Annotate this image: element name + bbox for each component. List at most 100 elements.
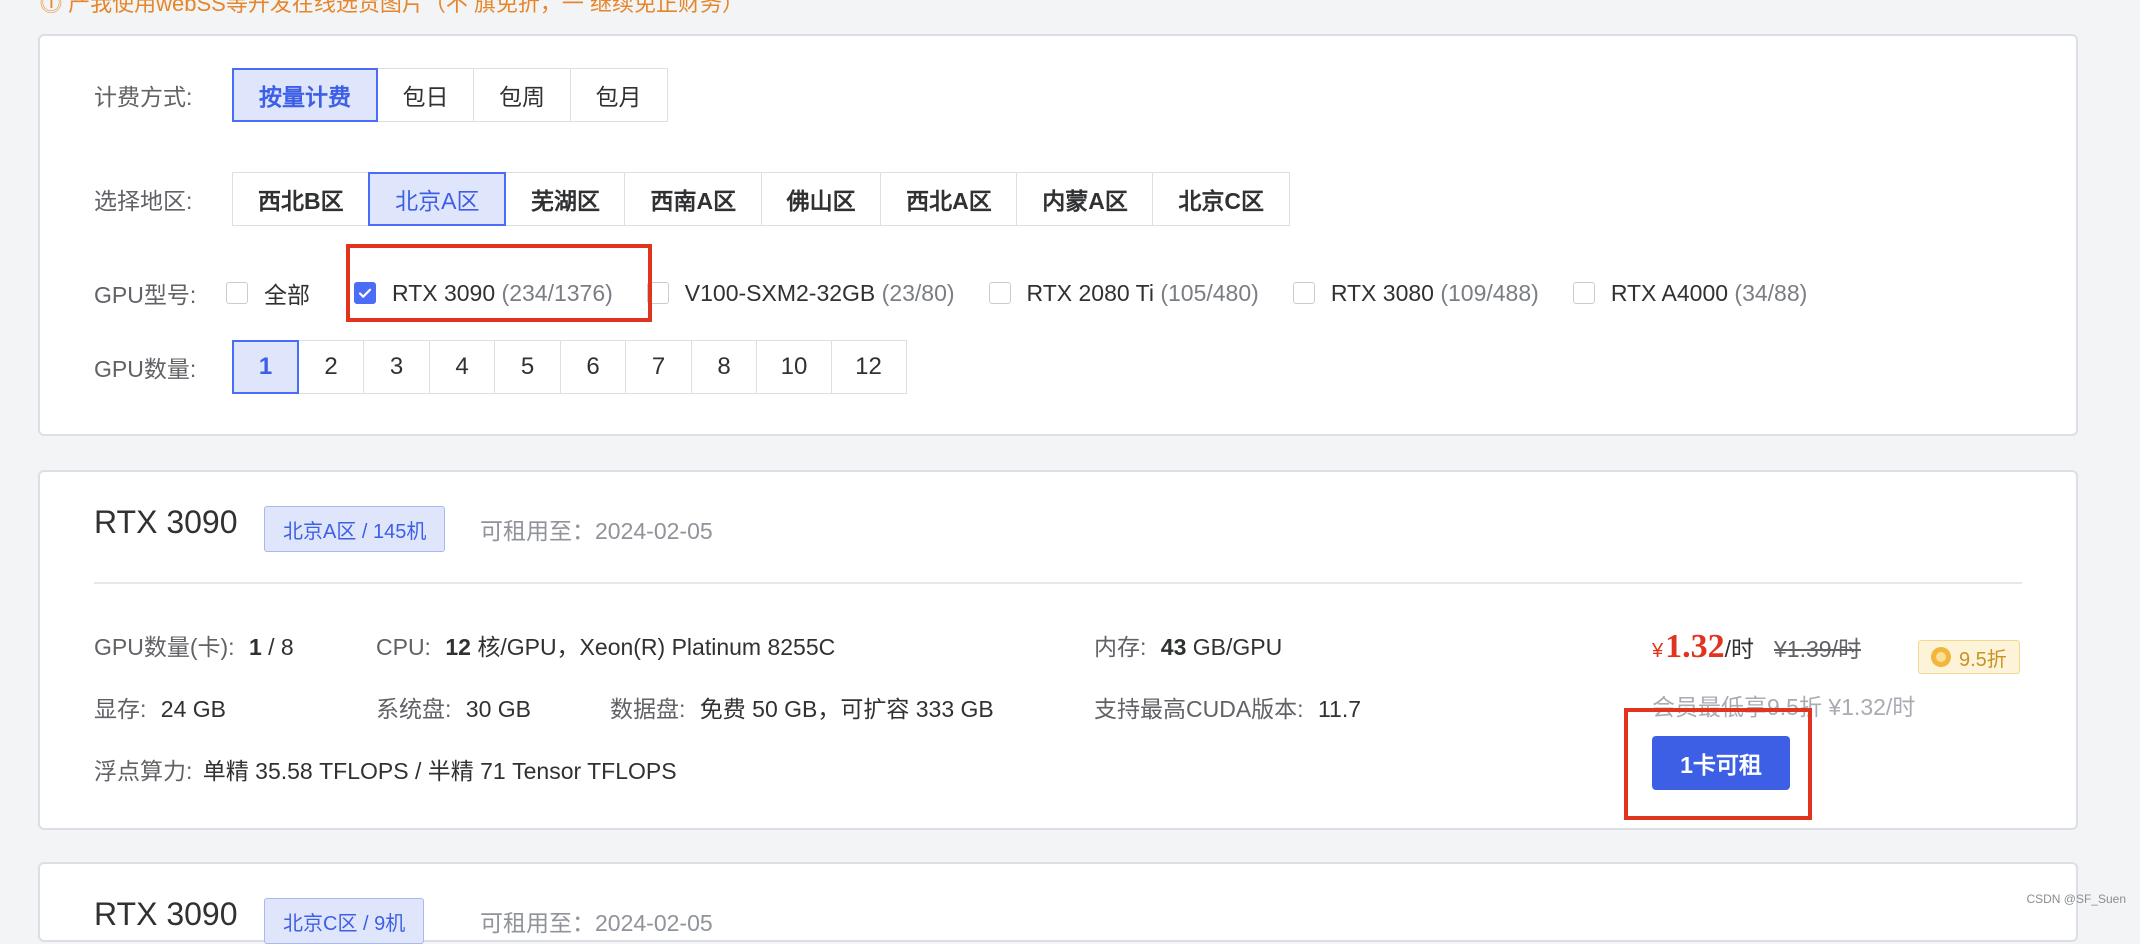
gpu-option-name: RTX A4000: [1611, 280, 1728, 307]
checkbox[interactable]: [1293, 282, 1315, 304]
gpu-count-option[interactable]: 2: [298, 340, 365, 394]
region-option[interactable]: 西北A区: [880, 172, 1018, 226]
gpu-option-name: 全部: [264, 276, 310, 310]
machine-card-2: RTX 3090 北京C区 / 9机 可租用至：2024-02-05: [38, 862, 2078, 942]
spec-value: GB/GPU: [1193, 634, 1282, 660]
gpu-count-option[interactable]: 3: [363, 340, 430, 394]
checkbox[interactable]: [647, 282, 669, 304]
gpu-count-option[interactable]: 12: [831, 340, 907, 394]
spec-value: 11.7: [1318, 696, 1361, 722]
gpu-option-count: (109/488): [1440, 280, 1538, 307]
spec-label: 浮点算力:: [94, 758, 192, 784]
machine-card: RTX 3090 北京A区 / 145机 可租用至：2024-02-05 GPU…: [38, 470, 2078, 830]
available-until: 可租用至：2024-02-05: [480, 512, 713, 546]
checkbox[interactable]: [989, 282, 1011, 304]
gpu-option-name: RTX 3090: [392, 280, 495, 307]
spec-label: 内存:: [1094, 634, 1146, 660]
spec-gpu-count: GPU数量(卡): 1 / 8: [94, 628, 294, 662]
spec-value: 免费 50 GB，可扩容 333 GB: [700, 696, 994, 722]
spec-label: 显存:: [94, 696, 146, 722]
filter-panel: 计费方式: 按量计费 包日 包周 包月 选择地区: 西北B区 北京A区 芜湖区 …: [38, 34, 2078, 436]
card-gpu-name: RTX 3090: [94, 896, 238, 933]
gpu-option-count: (23/80): [882, 280, 955, 307]
billing-option-weekly[interactable]: 包周: [473, 68, 571, 122]
region-tag: 北京C区 / 9机: [264, 898, 424, 944]
gpu-count-option[interactable]: 7: [625, 340, 692, 394]
gpu-model-label: GPU型号:: [94, 276, 232, 310]
gpu-count-option[interactable]: 10: [756, 340, 832, 394]
gpu-option-name: V100-SXM2-32GB: [685, 280, 875, 307]
gpu-option-count: (105/480): [1160, 280, 1258, 307]
region-option[interactable]: 北京C区: [1152, 172, 1290, 226]
gpu-count-option[interactable]: 4: [429, 340, 496, 394]
vip-price-note: 会员最低享9.5折 ¥1.32/时: [1652, 688, 1915, 722]
available-until: 可租用至：2024-02-05: [480, 904, 713, 938]
gpu-count-option[interactable]: 5: [494, 340, 561, 394]
gpu-option-name: RTX 3080: [1331, 280, 1434, 307]
spec-value: 12: [445, 634, 471, 660]
gpu-option-rtx3090[interactable]: RTX 3090 (234/1376): [354, 280, 613, 307]
discount-text: 9.5折: [1959, 643, 2007, 672]
divider: [94, 582, 2022, 584]
price-unit: /时: [1725, 630, 1754, 664]
currency-symbol: ¥: [1652, 640, 1663, 663]
billing-option-hourly[interactable]: 按量计费: [232, 68, 378, 122]
spec-label: 数据盘:: [610, 696, 685, 722]
billing-option-daily[interactable]: 包日: [377, 68, 475, 122]
spec-label: CPU:: [376, 634, 431, 660]
coin-icon: [1931, 647, 1951, 667]
spec-cpu: CPU: 12 核/GPU，Xeon(R) Platinum 8255C: [376, 628, 835, 662]
gpu-option-rtx3080[interactable]: RTX 3080 (109/488): [1293, 280, 1539, 307]
gpu-option-v100[interactable]: V100-SXM2-32GB (23/80): [647, 280, 955, 307]
check-icon: [357, 285, 373, 301]
gpu-option-count: (34/88): [1734, 280, 1807, 307]
watermark-credit: CSDN @SF_Suen: [2026, 892, 2126, 906]
region-row: 选择地区: 西北B区 北京A区 芜湖区 西南A区 佛山区 西北A区 内蒙A区 北…: [94, 172, 1290, 226]
region-option[interactable]: 西北B区: [232, 172, 370, 226]
spec-vram: 显存: 24 GB: [94, 690, 226, 724]
gpu-count-option[interactable]: 1: [232, 340, 299, 394]
gpu-model-row: GPU型号: 全部 RTX 3090 (234/1376) V100-SXM2-…: [94, 266, 1841, 320]
top-notice: ⓵ 产我使用webSS等开发在线选货图片（不 旗免折，一 继续免正财务）: [40, 0, 744, 18]
checkbox[interactable]: [226, 282, 248, 304]
spec-memory: 内存: 43 GB/GPU: [1094, 628, 1282, 662]
billing-options: 按量计费 包日 包周 包月: [232, 68, 668, 122]
spec-label: GPU数量(卡):: [94, 634, 235, 660]
gpu-count-option[interactable]: 8: [691, 340, 758, 394]
spec-value: 1: [249, 634, 262, 660]
billing-row: 计费方式: 按量计费 包日 包周 包月: [94, 68, 668, 122]
gpu-model-options: 全部 RTX 3090 (234/1376) V100-SXM2-32GB (2…: [226, 276, 1841, 310]
discount-badge: 9.5折: [1918, 640, 2020, 674]
region-tag: 北京A区 / 145机: [264, 506, 445, 552]
region-option[interactable]: 芜湖区: [505, 172, 626, 226]
gpu-count-label: GPU数量:: [94, 350, 232, 384]
region-option[interactable]: 北京A区: [368, 172, 506, 226]
spec-value: 核/GPU，Xeon(R) Platinum 8255C: [477, 634, 835, 660]
rent-button[interactable]: 1卡可租: [1652, 736, 1790, 790]
spec-value: 24 GB: [161, 696, 226, 722]
gpu-option-count: (234/1376): [502, 280, 613, 307]
original-price: ¥1.39/时: [1774, 630, 1861, 664]
region-option[interactable]: 内蒙A区: [1016, 172, 1154, 226]
region-option[interactable]: 西南A区: [624, 172, 762, 226]
gpu-option-name: RTX 2080 Ti: [1027, 280, 1154, 307]
region-options: 西北B区 北京A区 芜湖区 西南A区 佛山区 西北A区 内蒙A区 北京C区: [232, 172, 1290, 226]
gpu-count-options: 1 2 3 4 5 6 7 8 10 12: [232, 340, 907, 394]
price-value: 1.32: [1665, 628, 1725, 666]
gpu-option-rtxa4000[interactable]: RTX A4000 (34/88): [1573, 280, 1807, 307]
region-label: 选择地区:: [94, 182, 232, 216]
gpu-option-rtx2080ti[interactable]: RTX 2080 Ti (105/480): [989, 280, 1259, 307]
spec-flops: 浮点算力: 单精 35.58 TFLOPS / 半精 71 Tensor TFL…: [94, 752, 677, 786]
spec-label: 支持最高CUDA版本:: [1094, 696, 1304, 722]
region-option[interactable]: 佛山区: [761, 172, 882, 226]
spec-system-disk: 系统盘: 30 GB: [376, 690, 531, 724]
card-gpu-name: RTX 3090: [94, 504, 238, 541]
spec-value: 43: [1161, 634, 1187, 660]
spec-value: / 8: [262, 634, 294, 660]
gpu-option-all[interactable]: 全部: [226, 276, 310, 310]
gpu-count-row: GPU数量: 1 2 3 4 5 6 7 8 10 12: [94, 340, 907, 394]
checkbox-checked[interactable]: [354, 282, 376, 304]
billing-option-monthly[interactable]: 包月: [570, 68, 668, 122]
checkbox[interactable]: [1573, 282, 1595, 304]
gpu-count-option[interactable]: 6: [560, 340, 627, 394]
